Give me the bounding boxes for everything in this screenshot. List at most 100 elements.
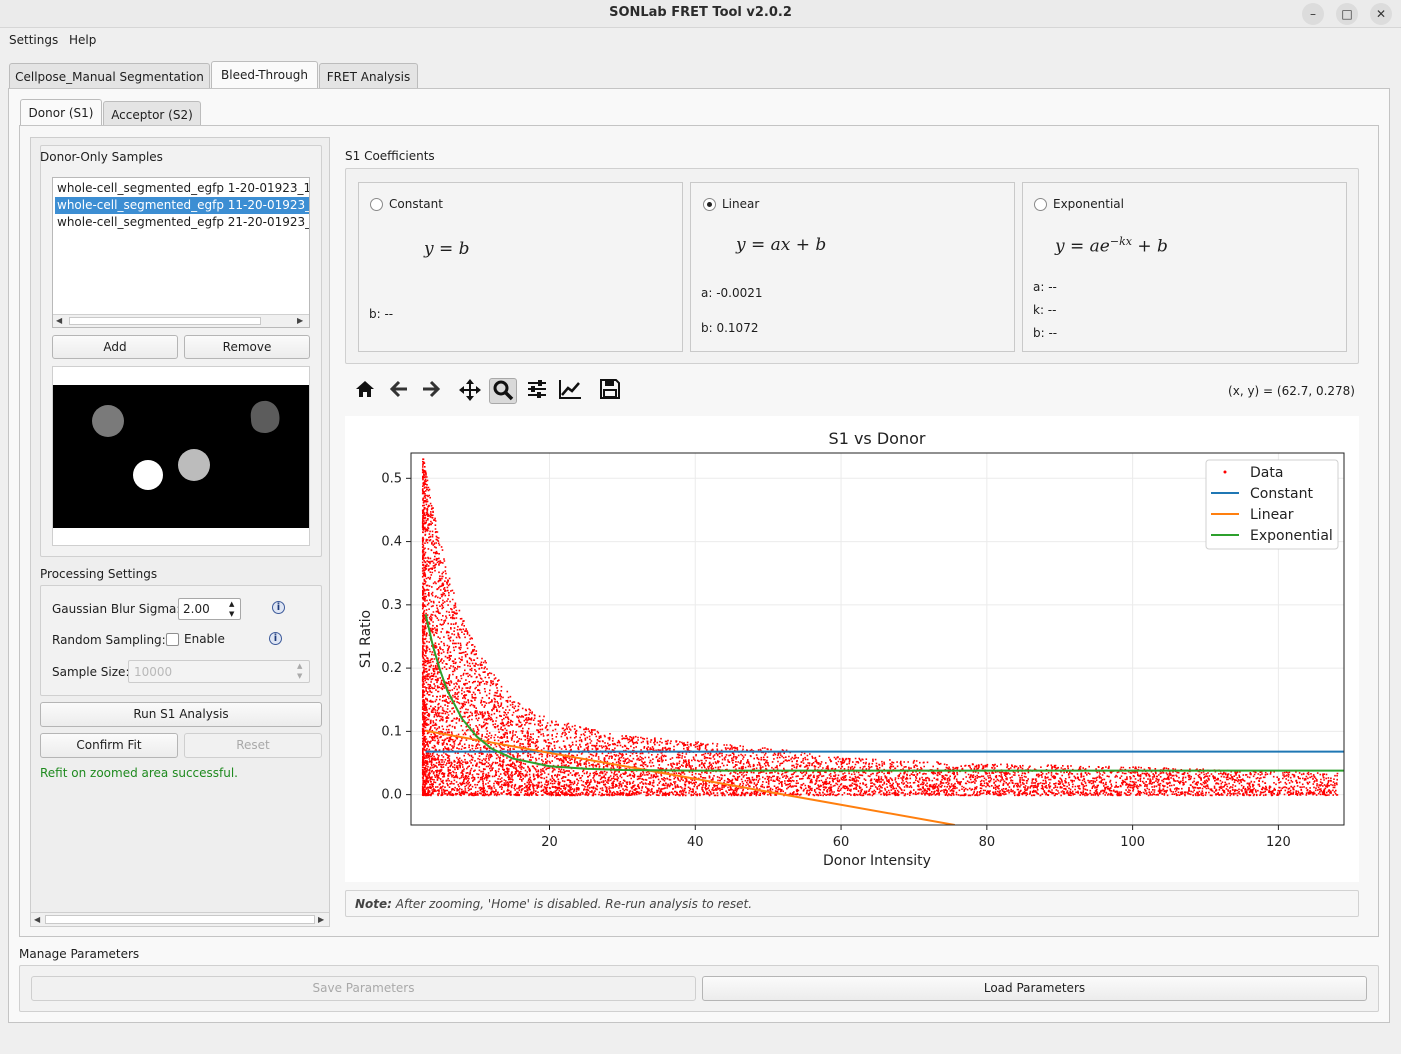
exponential-b: b: -- [1033, 326, 1058, 340]
scrollbar-thumb[interactable] [69, 317, 261, 325]
constant-label: Constant [389, 197, 443, 211]
samples-title: Donor-Only Samples [40, 150, 163, 164]
coefficients-title: S1 Coefficients [345, 149, 435, 163]
menu-settings[interactable]: Settings [9, 33, 58, 47]
x-tick-label: 120 [1266, 835, 1291, 850]
home-icon[interactable] [351, 378, 379, 404]
exponential-box: Exponential y = ae−kx + b a: -- k: -- b:… [1022, 182, 1347, 352]
chart-title: S1 vs Donor [829, 429, 926, 448]
y-axis-label: S1 Ratio [358, 610, 374, 668]
save-icon[interactable] [596, 378, 624, 404]
tab-acceptor[interactable]: Acceptor (S2) [103, 101, 201, 127]
note-box: Note: After zooming, 'Home' is disabled.… [345, 890, 1359, 917]
close-icon[interactable]: ✕ [1370, 3, 1392, 25]
add-button[interactable]: Add [52, 335, 178, 359]
blur-spinbox[interactable]: 2.00 ▲ ▼ [178, 598, 241, 620]
linear-formula: y = ax + b [736, 235, 827, 255]
legend-label: Exponential [1250, 528, 1333, 544]
remove-button[interactable]: Remove [184, 335, 310, 359]
y-tick-label: 0.3 [381, 598, 402, 613]
mask-preview [52, 366, 310, 546]
status-message: Refit on zoomed area successful. [40, 766, 238, 780]
linear-label: Linear [722, 197, 760, 211]
x-ticks: 20 40 60 80 100 120 [541, 825, 1291, 850]
forward-icon[interactable] [417, 378, 445, 404]
legend-marker-data [1223, 470, 1227, 474]
enable-checkbox[interactable] [166, 633, 179, 646]
constant-radio[interactable] [370, 198, 383, 211]
edit-axis-icon[interactable] [556, 378, 584, 404]
scatter-points [421, 458, 1339, 797]
scroll-right-icon[interactable]: ▶ [318, 915, 324, 924]
random-sampling-label: Random Sampling: [52, 633, 166, 647]
horizontal-scrollbar[interactable]: ◀ ▶ [53, 314, 309, 327]
exponential-formula: y = ae−kx + b [1055, 235, 1168, 257]
y-tick-label: 0.5 [381, 471, 402, 486]
x-tick-label: 80 [979, 835, 996, 850]
maximize-icon[interactable]: □ [1336, 3, 1358, 25]
title-bar: SONLab FRET Tool v2.0.2 – □ ✕ [0, 0, 1401, 28]
legend-label: Constant [1250, 486, 1313, 502]
exponential-fit-line [424, 614, 1344, 772]
note-bold: Note: [355, 897, 392, 911]
list-item[interactable]: whole-cell_segmented_egfp 21-20-01923_13… [55, 214, 309, 231]
enable-label: Enable [184, 632, 225, 646]
spin-down-icon[interactable]: ▼ [297, 672, 302, 680]
cursor-coordinates: (x, y) = (62.7, 0.278) [1228, 384, 1355, 398]
list-item[interactable]: whole-cell_segmented_egfp 1-20-01923_133… [55, 180, 309, 197]
scrollbar-thumb[interactable] [45, 915, 315, 924]
plot-canvas[interactable]: S1 vs Donor 20 40 60 80 100 120 0.0 0.1 0.2 0.3 0… [345, 416, 1359, 882]
legend-label: Linear [1250, 507, 1294, 523]
note-body: After zooming, 'Home' is disabled. Re-ru… [391, 897, 753, 911]
y-ticks: 0.0 0.1 0.2 0.3 0.4 0.5 [381, 471, 411, 803]
sample-size-input[interactable]: 10000 ▲ ▼ [128, 660, 310, 683]
constant-formula: y = b [424, 239, 470, 259]
y-tick-label: 0.1 [381, 724, 402, 739]
save-parameters-button[interactable]: Save Parameters [31, 976, 696, 1001]
info-icon[interactable]: i [272, 601, 285, 614]
y-tick-label: 0.4 [381, 535, 402, 550]
s1-vs-donor-chart[interactable]: S1 vs Donor 20 40 60 80 100 120 0.00.10.20.30… [345, 416, 1359, 882]
configure-icon[interactable] [523, 378, 551, 404]
tab-segmentation[interactable]: Cellpose_Manual Segmentation [9, 63, 210, 89]
samples-list[interactable]: whole-cell_segmented_egfp 1-20-01923_133… [52, 177, 310, 328]
scroll-left-icon[interactable]: ◀ [56, 316, 62, 325]
confirm-fit-button[interactable]: Confirm Fit [40, 733, 178, 758]
menu-help[interactable]: Help [69, 33, 96, 47]
spin-down-icon[interactable]: ▼ [229, 610, 234, 618]
processing-title: Processing Settings [40, 567, 158, 581]
tab-bleed-through[interactable]: Bleed-Through [211, 61, 318, 89]
load-parameters-button[interactable]: Load Parameters [702, 976, 1367, 1001]
data-points [421, 458, 1339, 797]
spin-up-icon[interactable]: ▲ [229, 600, 234, 608]
run-s1-analysis-button[interactable]: Run S1 Analysis [40, 702, 322, 727]
tab-donor[interactable]: Donor (S1) [20, 99, 102, 127]
scroll-right-icon[interactable]: ▶ [297, 316, 303, 325]
scroll-left-icon[interactable]: ◀ [34, 915, 40, 924]
back-icon[interactable] [385, 378, 413, 404]
info-icon[interactable]: i [269, 632, 282, 645]
manage-parameters-title: Manage Parameters [19, 947, 140, 961]
exponential-a: a: -- [1033, 280, 1057, 294]
linear-box: Linear y = ax + b a: -0.0021 b: 0.1072 [690, 182, 1015, 352]
linear-a: a: -0.0021 [701, 286, 763, 300]
left-horizontal-scrollbar[interactable]: ◀ ▶ [31, 912, 329, 926]
linear-radio[interactable] [703, 198, 716, 211]
minimize-icon[interactable]: – [1302, 3, 1324, 25]
sample-size-label: Sample Size: [52, 665, 130, 679]
sample-size-placeholder: 10000 [134, 665, 173, 679]
legend-label: Data [1250, 465, 1283, 481]
chart-legend: Data Constant Linear Exponential [1205, 459, 1339, 550]
zoom-icon[interactable] [489, 378, 517, 404]
constant-box: Constant y = b b: -- [358, 182, 683, 352]
pan-icon[interactable] [456, 378, 484, 404]
tab-fret-analysis[interactable]: FRET Analysis [319, 63, 418, 89]
spin-up-icon[interactable]: ▲ [297, 662, 302, 670]
exponential-label: Exponential [1053, 197, 1124, 211]
x-tick-label: 60 [833, 835, 850, 850]
reset-button[interactable]: Reset [184, 733, 322, 758]
exponential-radio[interactable] [1034, 198, 1047, 211]
list-item-selected[interactable]: whole-cell_segmented_egfp 11-20-01923_13… [55, 197, 309, 214]
blur-value: 2.00 [183, 602, 210, 616]
y-tick-label: 0.2 [381, 661, 402, 676]
